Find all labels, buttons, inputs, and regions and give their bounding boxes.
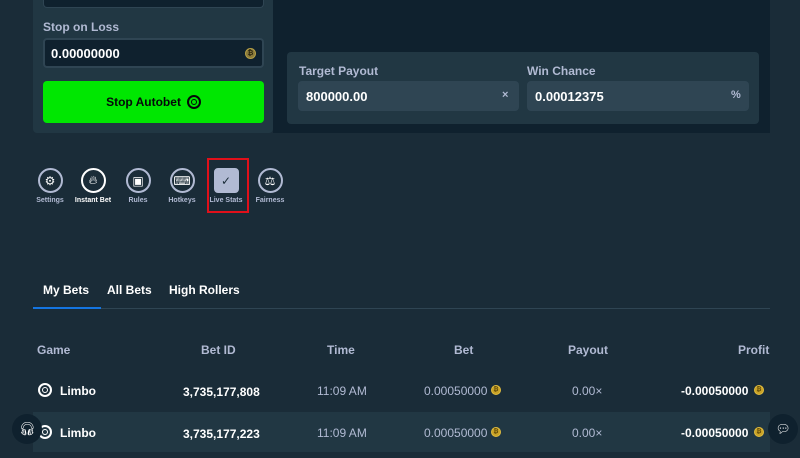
keyboard-icon: ⌨ [169,168,195,193]
toolbar-hotkeys-label: Hotkeys [168,197,196,204]
stop-on-loss-label: Stop on Loss [43,20,119,34]
row-game[interactable]: Limbo [60,426,96,440]
toolbar-hotkeys[interactable]: ⌨ Hotkeys [157,168,207,204]
coin-icon: ₿ [245,48,256,59]
tab-high-rollers[interactable]: High Rollers [169,283,240,308]
header-bet-id: Bet ID [201,343,236,357]
percent-suffix-icon: % [731,89,741,101]
row-bet-id[interactable]: 3,735,177,808 [183,385,260,399]
win-chance-input[interactable]: 0.00012375 % [527,81,749,111]
coin-icon: ₿ [491,427,501,437]
row-payout: 0.00× [572,384,603,398]
row-bet-id[interactable]: 3,735,177,223 [183,427,260,441]
toolbar-fairness-label: Fairness [255,197,285,204]
stop-autobet-label: Stop Autobet [106,95,181,109]
win-chance-label: Win Chance [527,64,596,78]
row-bet: 0.00050000 [424,426,488,440]
book-icon: ▣ [125,168,151,193]
support-headset-button[interactable]: 🎧︎ [12,414,42,444]
row-profit: -0.00050000 [681,426,749,440]
stop-on-loss-value: 0.00000000 [51,45,120,61]
table-header: Game Bet ID Time Bet Payout Profit [33,330,770,368]
row-payout: 0.00× [572,426,603,440]
row-profit: -0.00050000 [681,384,749,398]
chat-icon: 💬︎ [775,422,791,436]
table-row[interactable]: Limbo 3,735,177,223 11:09 AM 0.00050000 … [33,412,770,452]
win-chance-value: 0.00012375 [535,88,604,104]
toolbar-rules-label: Rules [128,197,148,204]
toolbar-instant-bet-label: Instant Bet [74,197,112,204]
tab-my-bets[interactable]: My Bets [32,283,102,309]
stop-on-loss-input[interactable]: 0.00000000 ₿ [43,38,264,68]
toolbar-settings-label: Settings [36,197,64,204]
multiplier-suffix-icon: × [502,89,509,101]
scale-icon: ⚖ [257,168,283,193]
gear-icon: ⚙ [37,168,63,193]
header-payout: Payout [568,343,609,357]
row-time: 11:09 AM [317,426,367,440]
toolbar-instant-bet[interactable]: 🔥︎ Instant Bet [68,168,118,204]
row-time: 11:09 AM [317,384,367,398]
table-row[interactable]: Limbo 3,735,177,808 11:09 AM 0.00050000 … [33,370,770,410]
toolbar-rules[interactable]: ▣ Rules [113,168,163,204]
flame-icon: 🔥︎ [80,168,106,193]
limbo-game-icon [38,383,52,397]
headset-icon: 🎧︎ [18,421,36,436]
coin-icon: ₿ [491,385,501,395]
target-payout-label: Target Payout [299,64,379,78]
limbo-target-icon [186,95,201,109]
chat-button[interactable]: 💬︎ [768,414,798,444]
stop-autobet-button[interactable]: Stop Autobet [43,81,264,123]
header-profit: Profit [738,343,770,357]
header-bet: Bet [454,343,474,357]
coin-icon: ₿ [754,427,764,437]
tab-all-bets[interactable]: All Bets [107,283,152,308]
row-bet: 0.00050000 [424,384,488,398]
live-stats-highlight [207,158,249,213]
target-payout-input[interactable]: 800000.00 × [298,81,519,111]
header-time: Time [327,343,355,357]
header-game: Game [37,343,71,357]
coin-icon: ₿ [754,385,764,395]
row-game[interactable]: Limbo [60,384,96,398]
toolbar-fairness[interactable]: ⚖ Fairness [245,168,295,204]
bets-tabs: My Bets All Bets High Rollers [32,283,770,309]
target-payout-value: 800000.00 [306,88,368,104]
previous-input-edge[interactable] [43,0,264,8]
